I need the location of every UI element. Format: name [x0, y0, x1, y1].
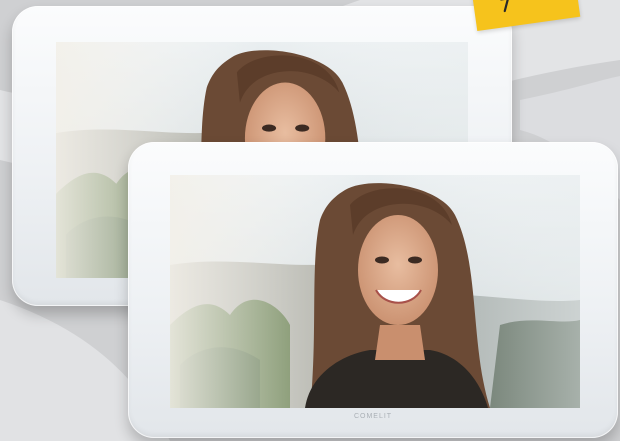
brand-label: COMELIT [353, 413, 393, 420]
front-monitor-screen [170, 175, 580, 408]
front-monitor: COMELIT [128, 142, 618, 438]
smiling-woman-photo [170, 175, 580, 408]
arrow-mark-icon [500, 0, 510, 13]
